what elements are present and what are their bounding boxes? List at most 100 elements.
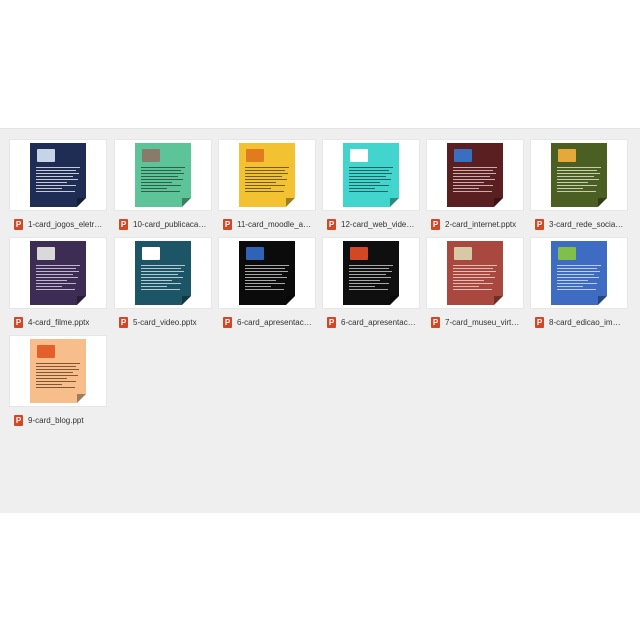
slide-text-lines bbox=[245, 167, 289, 194]
file-label[interactable]: P 11-card_moodle_amb... bbox=[223, 216, 315, 230]
file-name[interactable]: 4-card_filme.pptx bbox=[28, 318, 89, 327]
powerpoint-file-icon: P bbox=[14, 415, 23, 426]
file-label[interactable]: P 12-card_web_video.ppt bbox=[327, 216, 419, 230]
slide-preview bbox=[30, 241, 86, 305]
slide-text-lines bbox=[453, 265, 497, 292]
file-thumbnail[interactable] bbox=[115, 238, 211, 308]
file-item[interactable]: P 12-card_web_video.ppt bbox=[323, 140, 419, 230]
page-corner bbox=[390, 296, 399, 305]
file-label[interactable]: P 2-card_internet.pptx bbox=[431, 216, 523, 230]
file-item[interactable]: P 11-card_moodle_amb... bbox=[219, 140, 315, 230]
file-item[interactable]: P 10-card_publicacao_d... bbox=[115, 140, 211, 230]
slide-image bbox=[350, 149, 368, 162]
file-item[interactable]: P 5-card_video.pptx bbox=[115, 238, 211, 328]
file-name[interactable]: 5-card_video.pptx bbox=[133, 318, 197, 327]
file-item[interactable]: P 9-card_blog.ppt bbox=[10, 336, 106, 426]
slide-text-lines bbox=[349, 265, 393, 292]
page-corner bbox=[598, 296, 607, 305]
file-name[interactable]: 10-card_publicacao_d... bbox=[133, 220, 209, 229]
file-name[interactable]: 12-card_web_video.ppt bbox=[341, 220, 417, 229]
page-corner bbox=[494, 296, 503, 305]
slide-image bbox=[246, 149, 264, 162]
file-item[interactable]: P 1-card_jogos_eletroni... bbox=[10, 140, 106, 230]
slide-preview bbox=[135, 241, 191, 305]
file-name[interactable]: 2-card_internet.pptx bbox=[445, 220, 516, 229]
slide-preview bbox=[343, 241, 399, 305]
file-item[interactable]: P 3-card_rede_social.pp... bbox=[531, 140, 627, 230]
slide-preview bbox=[551, 143, 607, 207]
file-thumbnail[interactable] bbox=[531, 238, 627, 308]
file-label[interactable]: P 4-card_filme.pptx bbox=[14, 314, 106, 328]
file-name[interactable]: 6-card_apresentacao_... bbox=[341, 318, 417, 327]
slide-preview bbox=[447, 241, 503, 305]
file-label[interactable]: P 7-card_museu_virtual.... bbox=[431, 314, 523, 328]
file-item[interactable]: P 2-card_internet.pptx bbox=[427, 140, 523, 230]
file-item[interactable]: P 4-card_filme.pptx bbox=[10, 238, 106, 328]
slide-image bbox=[37, 149, 55, 162]
file-thumbnail[interactable] bbox=[115, 140, 211, 210]
file-item[interactable]: P 6-card_apresentacao_... bbox=[323, 238, 419, 328]
file-name[interactable]: 3-card_rede_social.pp... bbox=[549, 220, 625, 229]
file-thumbnail[interactable] bbox=[427, 238, 523, 308]
slide-image bbox=[558, 247, 576, 260]
page-corner bbox=[77, 296, 86, 305]
slide-text-lines bbox=[36, 167, 80, 194]
file-name[interactable]: 11-card_moodle_amb... bbox=[237, 220, 313, 229]
file-thumbnail[interactable] bbox=[10, 140, 106, 210]
page-corner bbox=[182, 198, 191, 207]
file-name[interactable]: 8-card_edicao_image... bbox=[549, 318, 625, 327]
powerpoint-file-icon: P bbox=[223, 317, 232, 328]
file-name[interactable]: 7-card_museu_virtual.... bbox=[445, 318, 521, 327]
powerpoint-file-icon: P bbox=[535, 219, 544, 230]
slide-preview bbox=[239, 143, 295, 207]
slide-image bbox=[454, 149, 472, 162]
slide-image bbox=[142, 149, 160, 162]
file-thumbnail[interactable] bbox=[10, 238, 106, 308]
file-label[interactable]: P 5-card_video.pptx bbox=[119, 314, 211, 328]
file-name[interactable]: 6-card_apresentacao_... bbox=[237, 318, 313, 327]
slide-preview bbox=[447, 143, 503, 207]
file-item[interactable]: P 8-card_edicao_image... bbox=[531, 238, 627, 328]
powerpoint-file-icon: P bbox=[119, 317, 128, 328]
slide-text-lines bbox=[141, 167, 185, 194]
page-corner bbox=[77, 394, 86, 403]
file-label[interactable]: P 10-card_publicacao_d... bbox=[119, 216, 211, 230]
slide-image bbox=[350, 247, 368, 260]
page-corner bbox=[77, 198, 86, 207]
powerpoint-file-icon: P bbox=[327, 317, 336, 328]
slide-preview bbox=[30, 143, 86, 207]
file-item[interactable]: P 7-card_museu_virtual.... bbox=[427, 238, 523, 328]
file-item[interactable]: P 6-card_apresentacao_... bbox=[219, 238, 315, 328]
slide-preview bbox=[30, 339, 86, 403]
slide-text-lines bbox=[453, 167, 497, 194]
file-thumbnail[interactable] bbox=[219, 238, 315, 308]
page-corner bbox=[286, 198, 295, 207]
slide-text-lines bbox=[349, 167, 393, 194]
file-label[interactable]: P 9-card_blog.ppt bbox=[14, 412, 106, 426]
file-label[interactable]: P 8-card_edicao_image... bbox=[535, 314, 627, 328]
powerpoint-file-icon: P bbox=[431, 317, 440, 328]
file-thumbnail[interactable] bbox=[323, 140, 419, 210]
file-thumbnail[interactable] bbox=[10, 336, 106, 406]
slide-preview bbox=[135, 143, 191, 207]
powerpoint-file-icon: P bbox=[14, 219, 23, 230]
file-label[interactable]: P 6-card_apresentacao_... bbox=[327, 314, 419, 328]
file-label[interactable]: P 1-card_jogos_eletroni... bbox=[14, 216, 106, 230]
powerpoint-file-icon: P bbox=[431, 219, 440, 230]
file-label[interactable]: P 6-card_apresentacao_... bbox=[223, 314, 315, 328]
file-thumbnail[interactable] bbox=[427, 140, 523, 210]
slide-image bbox=[142, 247, 160, 260]
slide-preview bbox=[239, 241, 295, 305]
file-name[interactable]: 1-card_jogos_eletroni... bbox=[28, 220, 104, 229]
slide-text-lines bbox=[557, 265, 601, 292]
file-thumbnail[interactable] bbox=[219, 140, 315, 210]
page-corner bbox=[182, 296, 191, 305]
file-thumbnail[interactable] bbox=[531, 140, 627, 210]
file-browser-window: P 1-card_jogos_eletroni... P 10-card_public… bbox=[0, 0, 640, 640]
page-corner bbox=[598, 198, 607, 207]
file-thumbnail[interactable] bbox=[323, 238, 419, 308]
file-label[interactable]: P 3-card_rede_social.pp... bbox=[535, 216, 627, 230]
powerpoint-file-icon: P bbox=[119, 219, 128, 230]
powerpoint-file-icon: P bbox=[223, 219, 232, 230]
file-name[interactable]: 9-card_blog.ppt bbox=[28, 416, 84, 425]
